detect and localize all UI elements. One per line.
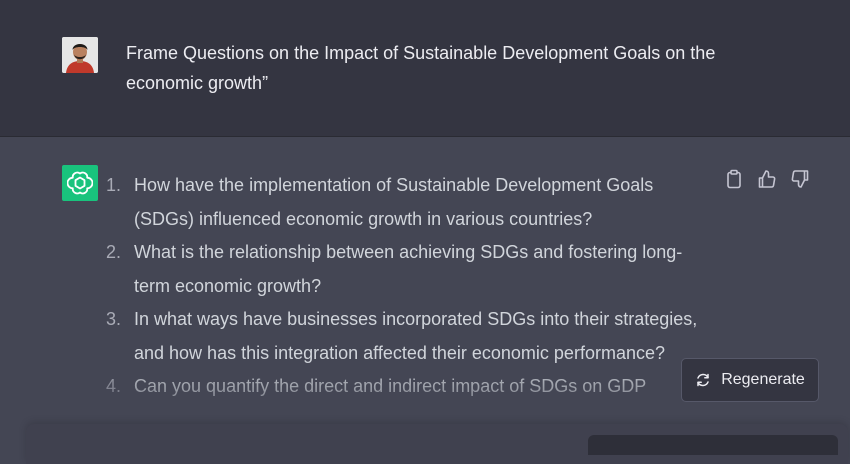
list-item-text: How have the implementation of Sustainab… <box>134 175 654 229</box>
regenerate-button[interactable]: Regenerate <box>681 358 819 402</box>
user-message-text: Frame Questions on the Impact of Sustain… <box>126 43 716 93</box>
list-item: 3. In what ways have businesses incorpor… <box>106 303 716 370</box>
list-number: 1. <box>106 175 122 195</box>
assistant-message-row: 1. How have the implementation of Sustai… <box>0 137 850 449</box>
list-number: 3. <box>106 309 122 329</box>
list-item: 2. What is the relationship between achi… <box>106 236 716 303</box>
user-avatar <box>62 37 98 73</box>
refresh-icon <box>697 373 709 387</box>
list-item-text: Can you quantify the direct and indirect… <box>134 376 647 396</box>
thumbs-down-icon <box>791 170 809 188</box>
thumbs-down-button[interactable] <box>790 169 810 189</box>
question-list: 1. How have the implementation of Sustai… <box>106 169 716 404</box>
message-actions <box>724 169 810 189</box>
regenerate-label: Regenerate <box>721 371 805 388</box>
list-item: 1. How have the implementation of Sustai… <box>106 169 716 236</box>
list-item: 4. Can you quantify the direct and indir… <box>106 370 716 404</box>
list-item-text: In what ways have businesses incorporate… <box>134 309 698 363</box>
copy-button[interactable] <box>724 169 744 189</box>
thumbs-up-button[interactable] <box>757 169 777 189</box>
list-item-text: What is the relationship between achievi… <box>134 242 683 296</box>
thumbs-up-icon <box>758 170 776 188</box>
list-number: 4. <box>106 376 122 396</box>
chatgpt-logo-icon <box>62 165 98 201</box>
assistant-answer: 1. How have the implementation of Sustai… <box>106 169 716 404</box>
list-number: 2. <box>106 242 122 262</box>
chat-input-area[interactable] <box>588 435 838 455</box>
clipboard-icon <box>727 169 741 189</box>
user-message-row: Frame Questions on the Impact of Sustain… <box>0 0 850 137</box>
